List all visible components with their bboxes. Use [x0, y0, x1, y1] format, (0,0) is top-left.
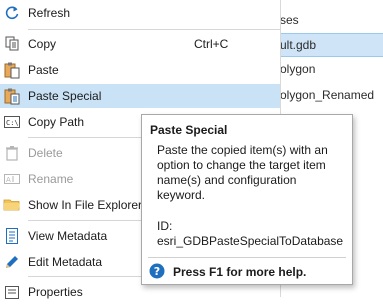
paste-special-icon — [3, 87, 21, 105]
tooltip-id-label: ID: — [157, 219, 173, 233]
menu-item-label: Copy — [28, 37, 57, 51]
menu-item-paste[interactable]: Paste — [0, 58, 280, 82]
view-metadata-icon — [3, 227, 21, 245]
menu-item-label: Properties — [28, 285, 83, 299]
tooltip: Paste Special Paste the copied item(s) w… — [141, 114, 353, 285]
menu-item-label: Edit Metadata — [28, 255, 103, 269]
shortcut-label: Ctrl+C — [194, 37, 229, 51]
menu-item-label: Copy Path — [28, 115, 85, 129]
menu-item-label: View Metadata — [28, 229, 108, 243]
menu-item-label: Paste — [28, 63, 59, 77]
tooltip-separator — [148, 257, 346, 258]
help-icon: ? — [149, 263, 165, 279]
tooltip-description: Paste the copied item(s) with an option … — [157, 143, 328, 202]
refresh-icon — [3, 4, 21, 22]
menu-separator — [28, 29, 280, 30]
menu-item-refresh[interactable]: Refresh — [0, 1, 280, 25]
catalog-item[interactable]: olygon_Renamed — [280, 84, 374, 106]
copy-icon — [3, 35, 21, 53]
menu-item-label: Rename — [28, 172, 74, 186]
tooltip-help-text: Press F1 for more help. — [173, 265, 307, 279]
pencil-icon — [3, 253, 21, 271]
svg-text:?: ? — [154, 265, 160, 278]
svg-text:C:\: C:\ — [6, 119, 19, 127]
svg-text:A: A — [6, 176, 11, 184]
rename-icon: A — [3, 170, 21, 188]
menu-item-label: Refresh — [28, 6, 71, 20]
tooltip-title: Paste Special — [150, 123, 228, 137]
menu-item-copy[interactable]: Copy Ctrl+C — [0, 32, 280, 56]
catalog-item-selected[interactable]: ult.gdb — [279, 33, 383, 57]
catalog-item[interactable]: olygon — [280, 58, 315, 80]
folder-icon — [3, 196, 21, 214]
copy-path-icon: C:\ — [3, 113, 21, 131]
properties-icon — [3, 283, 21, 301]
menu-item-paste-special[interactable]: Paste Special — [0, 84, 280, 108]
menu-item-label: Paste Special — [28, 89, 102, 103]
menu-item-label: Show In File Explorer — [28, 198, 143, 212]
tooltip-id-value: esri_GDBPasteSpecialToDatabase — [157, 234, 344, 248]
menu-item-label: Delete — [28, 146, 63, 160]
catalog-item[interactable]: ses — [280, 9, 299, 31]
trash-icon — [3, 144, 21, 162]
paste-icon — [3, 61, 21, 79]
